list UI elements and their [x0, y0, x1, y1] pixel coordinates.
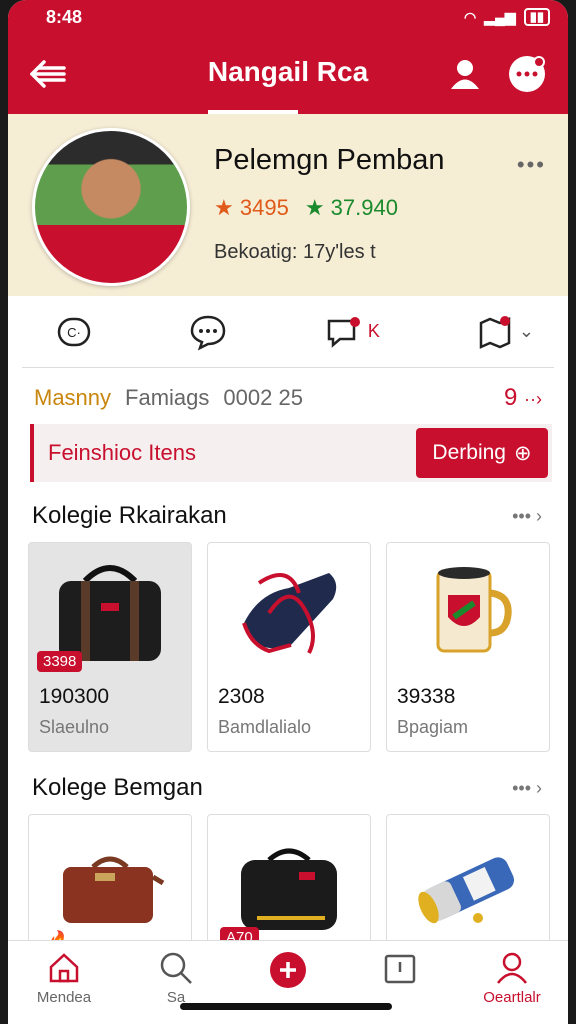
- nav-home[interactable]: Mendea: [19, 951, 109, 1006]
- promo-label: Feinshioc Itens: [48, 440, 196, 465]
- section-header-1: Kolegie Rkairakan ••• ›: [8, 490, 568, 542]
- product-card[interactable]: 3398 190300 Slaeulno: [28, 542, 192, 752]
- section-title-1: Kolegie Rkairakan: [32, 502, 227, 529]
- notification-chat-icon: [327, 316, 360, 348]
- wifi-icon: ◠: [464, 8, 477, 25]
- product-badge: 3398: [37, 651, 83, 672]
- tab-famiags[interactable]: Famiags: [125, 385, 209, 411]
- map-action[interactable]: ⌄: [477, 315, 534, 349]
- chevron-down-icon[interactable]: ⌄: [519, 321, 534, 342]
- notification-action[interactable]: K: [324, 315, 380, 349]
- avatar[interactable]: [32, 128, 190, 286]
- nav-home-label: Mendea: [36, 989, 92, 1006]
- tag-icon: ⊕: [513, 441, 532, 465]
- status-time: 8:48: [46, 6, 83, 27]
- message-icon[interactable]: [189, 313, 227, 351]
- see-all-dots: •••: [512, 505, 531, 526]
- tab-date[interactable]: 0002 25: [223, 385, 303, 411]
- section-header-2: Kolege Bemgan ••• ›: [8, 762, 568, 814]
- product-grid-1: 3398 190300 Slaeulno 2308 Bamdlalialo 39…: [8, 542, 568, 752]
- home-indicator[interactable]: [180, 1003, 392, 1010]
- see-all-dots: •••: [512, 777, 531, 798]
- profile-name: Pelemgn Pemban: [214, 144, 445, 176]
- profile-header: Pelemgn Pemban ★ 3495 ★ 37.940 Bekoatig:…: [8, 114, 568, 296]
- product-price: 2308: [218, 685, 265, 708]
- chevron-right-icon: ··›: [524, 389, 542, 409]
- battery-icon: ▮▮: [523, 8, 550, 26]
- promo-banner: Feinshioc Itens Derbing ⊕: [30, 424, 552, 482]
- section-title-2: Kolege Bemgan: [32, 774, 203, 801]
- nav-orders[interactable]: [355, 951, 445, 985]
- clipboard-icon: [384, 954, 416, 984]
- product-price: 190300: [39, 685, 110, 708]
- copyright-chat-icon[interactable]: C·: [56, 314, 92, 350]
- map-icon: [479, 315, 511, 349]
- profile-icon: [497, 952, 527, 984]
- action-row: C· K ⌄: [22, 296, 554, 368]
- phone-screen: 8:48 ◠ ▂▄▆ ▮▮ Nangail Rca Pelemgn Pemban: [8, 0, 568, 1024]
- profile-stats: ★ 3495 ★ 37.940: [214, 195, 445, 221]
- nav-profile[interactable]: Oeartlalr: [467, 951, 557, 1006]
- more-options-icon[interactable]: •••: [517, 152, 546, 178]
- star-icon: ★: [214, 195, 234, 220]
- tab-count-value: 9: [503, 384, 518, 411]
- see-all-button[interactable]: ••• ›: [512, 506, 542, 527]
- product-card[interactable]: 2308 Bamdlalialo: [207, 542, 371, 752]
- bottom-navigation: Mendea Sa Oeartlalr: [8, 940, 568, 1024]
- score-stat: ★ 37.940: [305, 195, 398, 221]
- star-icon: ★: [304, 195, 325, 220]
- rating-stat: ★ 3495: [214, 195, 289, 221]
- tab-masnny[interactable]: Masnny: [34, 385, 111, 411]
- product-card[interactable]: 39338 Bpagiam: [386, 542, 550, 752]
- shoe-icon: [208, 543, 370, 673]
- app-bar: Nangail Rca: [8, 34, 568, 114]
- promo-button[interactable]: Derbing ⊕: [416, 428, 548, 478]
- score-value: 37.940: [330, 195, 398, 220]
- svg-text:C·: C·: [67, 325, 81, 340]
- signal-icon: ▂▄▆: [484, 8, 516, 25]
- see-all-button[interactable]: ••• ›: [512, 778, 542, 799]
- rating-value: 3495: [239, 195, 289, 220]
- status-icons: ◠ ▂▄▆ ▮▮: [464, 8, 550, 26]
- promo-button-label: Derbing: [432, 441, 506, 464]
- profile-subtitle: Bekoatig: 17y'les t: [214, 241, 376, 263]
- bottle-icon: [387, 815, 549, 960]
- status-bar: 8:48 ◠ ▂▄▆ ▮▮: [8, 0, 568, 34]
- home-icon: [49, 953, 79, 983]
- product-category: Slaeulno: [39, 717, 110, 737]
- page-title: Nangail Rca: [207, 56, 369, 87]
- add-icon: [270, 952, 306, 988]
- notification-label: K: [367, 321, 380, 341]
- product-category: Bpagiam: [397, 717, 469, 737]
- nav-search[interactable]: Sa: [131, 951, 221, 1006]
- nav-add[interactable]: [243, 951, 333, 989]
- tabs-row: Masnny Famiags 0002 25 9 ··›: [8, 368, 568, 418]
- product-category: Bamdlalialo: [218, 717, 312, 737]
- nav-profile-label: Oeartlalr: [483, 989, 541, 1006]
- tab-count[interactable]: 9 ··›: [504, 384, 542, 412]
- search-icon: [160, 952, 192, 984]
- mug-icon: [387, 543, 549, 673]
- product-price: 39338: [397, 685, 456, 708]
